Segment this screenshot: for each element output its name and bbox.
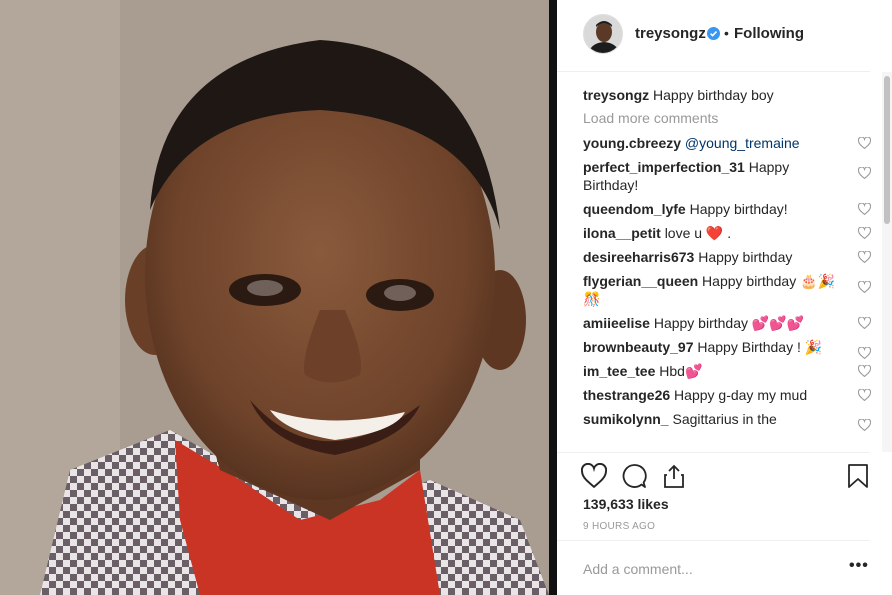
heart-icon[interactable] xyxy=(858,317,871,329)
bookmark-icon[interactable] xyxy=(847,463,869,489)
comment-username[interactable]: perfect_imperfection_31 xyxy=(583,159,745,175)
post-caption: treysongz Happy birthday boy xyxy=(583,86,873,104)
comment-username[interactable]: ilona__petit xyxy=(583,225,661,241)
comment-text: Happy birthday xyxy=(698,249,793,265)
likes-count[interactable]: 139,633 likes xyxy=(583,496,669,512)
heart-icon[interactable] xyxy=(858,137,871,149)
post-actions: 139,633 likes 9 HOURS AGO xyxy=(557,452,870,547)
heart-icon[interactable] xyxy=(858,389,871,401)
separator-dot: • xyxy=(724,25,729,41)
more-options-icon[interactable]: ••• xyxy=(849,557,869,575)
comment-text: Hbd💕 xyxy=(659,363,703,379)
share-icon[interactable] xyxy=(661,463,687,489)
verified-badge-icon xyxy=(707,27,720,40)
comment-row: young.cbreezy @young_tremaine xyxy=(583,134,873,152)
child-portrait-image xyxy=(0,0,549,595)
comment-row: brownbeauty_97 Happy Birthday ! 🎉 xyxy=(583,338,873,359)
photo-divider xyxy=(549,0,557,595)
heart-icon[interactable] xyxy=(858,347,871,359)
comment-row: amiieelise Happy birthday 💕💕💕 xyxy=(583,314,873,332)
comment-row: perfect_imperfection_31 Happy Birthday! xyxy=(583,158,873,194)
comment-username[interactable]: brownbeauty_97 xyxy=(583,339,693,355)
heart-icon[interactable] xyxy=(858,251,871,263)
add-comment-input[interactable] xyxy=(583,559,823,579)
caption-username[interactable]: treysongz xyxy=(583,87,649,103)
comment-text: Happy birthday 💕💕💕 xyxy=(653,315,805,331)
comment-text: Happy Birthday ! 🎉 xyxy=(697,339,823,355)
comment-username[interactable]: flygerian__queen xyxy=(583,273,698,289)
comment-username[interactable]: thestrange26 xyxy=(583,387,670,403)
heart-icon[interactable] xyxy=(858,281,871,293)
comments-list[interactable]: treysongz Happy birthday boy Load more c… xyxy=(583,80,873,452)
comment-row: im_tee_tee Hbd💕 xyxy=(583,362,873,380)
comment-username[interactable]: young.cbreezy xyxy=(583,135,681,151)
comment-username[interactable]: sumikolynn_ xyxy=(583,411,669,427)
comment-row: desireeharris673 Happy birthday xyxy=(583,248,873,266)
comment-username[interactable]: queendom_lyfe xyxy=(583,201,686,217)
comment-mention-link[interactable]: @young_tremaine xyxy=(685,135,800,151)
heart-icon[interactable] xyxy=(858,203,871,215)
heart-icon[interactable] xyxy=(581,463,607,489)
username-link[interactable]: treysongz xyxy=(635,25,706,42)
heart-icon[interactable] xyxy=(858,419,871,431)
comment-row: queendom_lyfe Happy birthday! xyxy=(583,200,873,218)
comment-row: sumikolynn_ Sagittarius in the xyxy=(583,410,873,431)
comment-row: thestrange26 Happy g-day my mud xyxy=(583,386,873,404)
post-side-panel: treysongz • Following treysongz Happy bi… xyxy=(557,0,892,595)
comment-username[interactable]: amiieelise xyxy=(583,315,650,331)
comment-icon[interactable] xyxy=(621,463,647,489)
comment-row: ilona__petit love u ❤️ . xyxy=(583,224,873,242)
comment-text: love u ❤️ . xyxy=(664,225,732,241)
comment-username[interactable]: im_tee_tee xyxy=(583,363,655,379)
post-photo[interactable] xyxy=(0,0,549,595)
heart-icon[interactable] xyxy=(858,167,871,179)
add-comment-bar: ••• xyxy=(557,540,870,595)
comments-scrollbar-thumb[interactable] xyxy=(884,76,890,224)
comment-text: Happy g-day my mud xyxy=(674,387,808,403)
heart-icon[interactable] xyxy=(858,365,871,377)
post-header: treysongz • Following xyxy=(557,0,870,72)
following-button[interactable]: Following xyxy=(734,25,804,42)
comment-row: flygerian__queen Happy birthday 🎂🎉🎊 xyxy=(583,272,873,308)
load-more-comments-button[interactable]: Load more comments xyxy=(583,110,873,126)
comment-text: Sagittarius in the xyxy=(672,411,777,427)
caption-text: Happy birthday boy xyxy=(653,87,774,103)
comment-text: Happy birthday! xyxy=(689,201,788,217)
heart-icon[interactable] xyxy=(858,227,871,239)
comment-username[interactable]: desireeharris673 xyxy=(583,249,694,265)
post-timestamp[interactable]: 9 HOURS AGO xyxy=(583,521,655,532)
avatar[interactable] xyxy=(583,14,623,54)
